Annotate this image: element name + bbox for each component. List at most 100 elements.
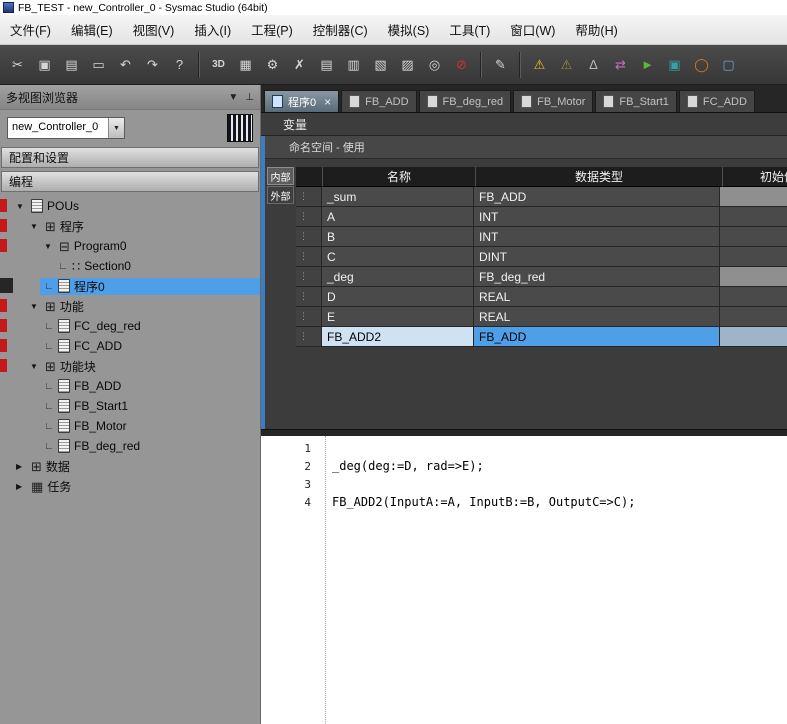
go-online-icon[interactable]: ►: [635, 52, 660, 77]
variable-initial-cell[interactable]: [720, 327, 787, 347]
variable-initial-cell[interactable]: [720, 287, 787, 307]
expand-arrow-icon[interactable]: ▼: [30, 362, 41, 371]
expand-arrow-icon[interactable]: ▼: [16, 202, 27, 211]
code-line[interactable]: 1: [261, 439, 787, 457]
stop-icon[interactable]: ◯: [689, 52, 714, 77]
row-grip[interactable]: ⋮: [296, 267, 322, 287]
editor-view-3-icon[interactable]: ▧: [368, 52, 393, 77]
code-line[interactable]: 3: [261, 475, 787, 493]
collapse-arrow-icon[interactable]: ▶: [16, 462, 27, 471]
undo-icon[interactable]: ↶: [113, 52, 138, 77]
expand-arrow-icon[interactable]: ▼: [44, 242, 55, 251]
variable-name-cell[interactable]: _sum: [322, 187, 474, 207]
controller-select[interactable]: new_Controller_0 ▼: [7, 117, 125, 139]
tree-item-fc-deg-red[interactable]: ∟ FC_deg_red: [0, 316, 260, 336]
variable-type-cell[interactable]: FB_ADD: [474, 327, 720, 347]
chevron-down-icon[interactable]: ▼: [108, 118, 124, 138]
variable-type-cell[interactable]: REAL: [474, 287, 720, 307]
variable-name-cell[interactable]: B: [322, 227, 474, 247]
tree-item-fb-deg-red[interactable]: ∟ FB_deg_red: [0, 436, 260, 456]
menu-item-window[interactable]: 窗口(W): [500, 15, 565, 44]
variable-type-cell[interactable]: INT: [474, 227, 720, 247]
sync-icon[interactable]: ⇄: [608, 52, 633, 77]
view-3d-icon[interactable]: 3D: [206, 52, 231, 77]
variable-name-cell[interactable]: A: [322, 207, 474, 227]
namespace-bar[interactable]: 命名空间 - 使用: [265, 136, 787, 159]
variable-initial-cell[interactable]: [720, 187, 787, 207]
warning-muted-icon[interactable]: ⚠: [554, 52, 579, 77]
search-icon[interactable]: ◎: [422, 52, 447, 77]
printer-icon[interactable]: ▦: [233, 52, 258, 77]
abort-icon[interactable]: ⊘: [449, 52, 474, 77]
tab-chengxu0[interactable]: 程序0 ×: [264, 90, 339, 112]
variable-initial-cell[interactable]: [720, 247, 787, 267]
edit-tool-icon[interactable]: ✎: [488, 52, 513, 77]
monitor-icon[interactable]: ▣: [662, 52, 687, 77]
menu-item-controller[interactable]: 控制器(C): [303, 15, 378, 44]
close-icon[interactable]: ×: [324, 95, 331, 109]
variable-name-cell[interactable]: D: [322, 287, 474, 307]
row-grip[interactable]: ⋮: [296, 227, 322, 247]
tree-item-tasks[interactable]: ▶ ▦ 任务: [0, 476, 260, 496]
expand-arrow-icon[interactable]: ▼: [30, 222, 41, 231]
cut-icon[interactable]: ✂: [5, 52, 30, 77]
help-icon[interactable]: ?: [167, 52, 192, 77]
tree-item-pous[interactable]: ▼ POUs: [0, 196, 260, 216]
tab-fc-add[interactable]: FC_ADD: [679, 90, 755, 112]
row-grip[interactable]: ⋮: [296, 187, 322, 207]
menu-item-edit[interactable]: 编辑(E): [61, 15, 123, 44]
delete-icon[interactable]: ▭: [86, 52, 111, 77]
menu-item-simulation[interactable]: 模拟(S): [378, 15, 440, 44]
row-grip[interactable]: ⋮: [296, 307, 322, 327]
tree-item-fc-add[interactable]: ∟ FC_ADD: [0, 336, 260, 356]
copy-icon[interactable]: ▣: [32, 52, 57, 77]
tree-item-fb-start1[interactable]: ∟ FB_Start1: [0, 396, 260, 416]
tree-item-data[interactable]: ▶ ⊞ 数据: [0, 456, 260, 476]
variable-name-cell[interactable]: FB_ADD2: [322, 327, 474, 347]
tree-item-program0[interactable]: ▼ ⊟ Program0: [0, 236, 260, 256]
tab-fb-start1[interactable]: FB_Start1: [595, 90, 677, 112]
warning-icon[interactable]: ⚠: [527, 52, 552, 77]
variable-type-cell[interactable]: INT: [474, 207, 720, 227]
tab-fb-add[interactable]: FB_ADD: [341, 90, 416, 112]
tree-item-chengxu0[interactable]: ∟ 程序0: [0, 276, 260, 296]
filter-warnings-icon[interactable]: Δ: [581, 52, 606, 77]
row-grip[interactable]: ⋮: [296, 287, 322, 307]
var-tab-external[interactable]: 外部: [267, 186, 294, 204]
screen-icon[interactable]: ▢: [716, 52, 741, 77]
menu-item-file[interactable]: 文件(F): [0, 15, 61, 44]
variables-section-header[interactable]: 变量: [261, 113, 787, 136]
tree-item-functions-folder[interactable]: ▼ ⊞ 功能: [0, 296, 260, 316]
variable-type-cell[interactable]: FB_deg_red: [474, 267, 720, 287]
section-config-button[interactable]: 配置和设置: [1, 147, 259, 168]
menu-item-tools[interactable]: 工具(T): [439, 15, 500, 44]
build-icon[interactable]: ⚙: [260, 52, 285, 77]
code-line[interactable]: 2 _deg(deg:=D, rad=>E);: [261, 457, 787, 475]
row-grip[interactable]: ⋮: [296, 207, 322, 227]
menu-item-insert[interactable]: 插入(I): [184, 15, 241, 44]
panel-menu-icon[interactable]: ▼: [228, 92, 238, 103]
section-programming-button[interactable]: 编程: [1, 171, 259, 192]
variable-name-cell[interactable]: E: [322, 307, 474, 327]
variable-type-cell[interactable]: FB_ADD: [474, 187, 720, 207]
row-grip[interactable]: ⋮: [296, 327, 322, 347]
horizontal-splitter[interactable]: [261, 429, 787, 436]
variable-initial-cell[interactable]: [720, 207, 787, 227]
variable-type-cell[interactable]: REAL: [474, 307, 720, 327]
expand-arrow-icon[interactable]: ▼: [30, 302, 41, 311]
tree-item-fb-add[interactable]: ∟ FB_ADD: [0, 376, 260, 396]
variable-type-cell[interactable]: DINT: [474, 247, 720, 267]
redo-icon[interactable]: ↷: [140, 52, 165, 77]
paste-icon[interactable]: ▤: [59, 52, 84, 77]
pin-icon[interactable]: ⊥: [245, 92, 254, 103]
editor-view-1-icon[interactable]: ▤: [314, 52, 339, 77]
tree-item-fb-motor[interactable]: ∟ FB_Motor: [0, 416, 260, 436]
tab-fb-motor[interactable]: FB_Motor: [513, 90, 593, 112]
collapse-arrow-icon[interactable]: ▶: [16, 482, 27, 491]
variable-initial-cell[interactable]: [720, 307, 787, 327]
row-grip[interactable]: ⋮: [296, 247, 322, 267]
menu-item-view[interactable]: 视图(V): [123, 15, 185, 44]
menu-item-help[interactable]: 帮助(H): [565, 15, 627, 44]
code-line[interactable]: 4 FB_ADD2(InputA:=A, InputB:=B, OutputC=…: [261, 493, 787, 511]
variable-initial-cell[interactable]: [720, 227, 787, 247]
